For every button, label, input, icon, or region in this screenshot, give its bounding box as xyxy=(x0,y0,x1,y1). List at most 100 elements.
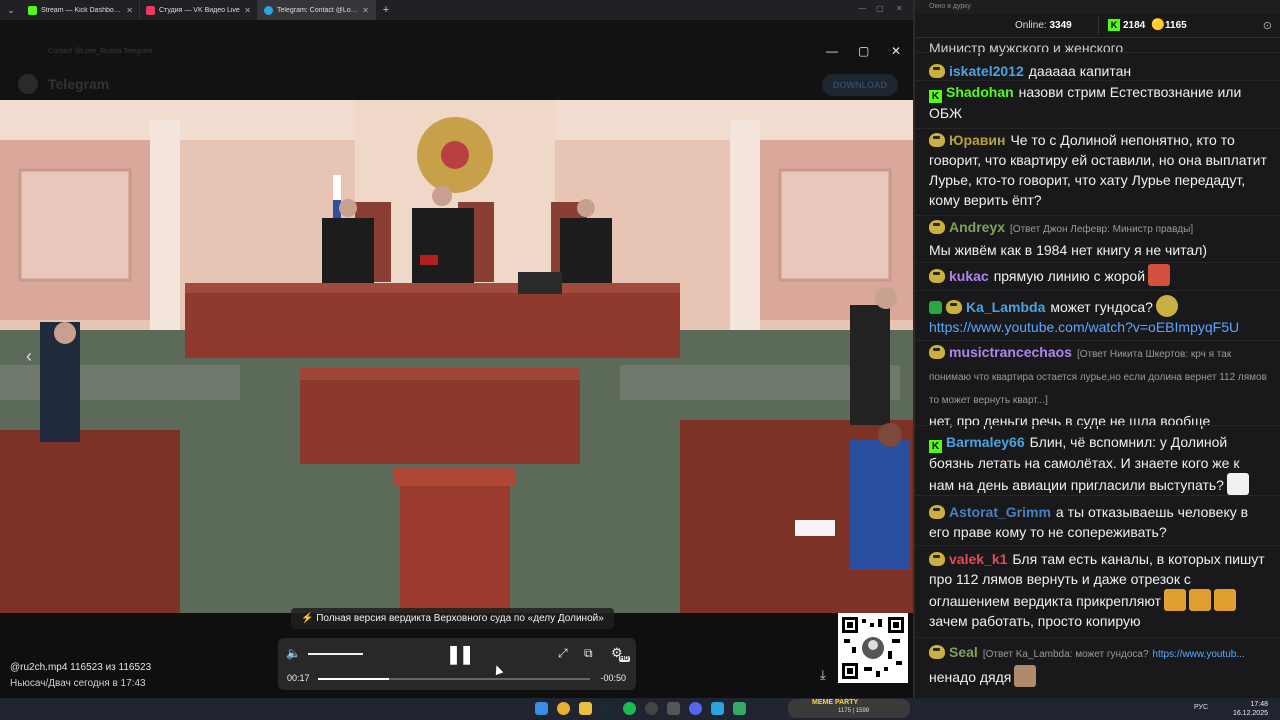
emote-laugh-icon xyxy=(1188,589,1211,611)
chat-message: iskatel2012 дааааа капитан xyxy=(915,52,1280,80)
chat-message: valek_k1 Бля там есть каналы, в которых п… xyxy=(915,545,1280,637)
close-tab-icon[interactable]: ✕ xyxy=(244,6,251,15)
kick-favicon-icon xyxy=(28,5,37,15)
video-caption: ⚡ Полная версия вердикта Верховного суда… xyxy=(291,608,614,629)
message-text: может гундоса? xyxy=(1050,299,1153,315)
discord-icon[interactable] xyxy=(689,702,702,715)
vk-badge-icon xyxy=(929,345,945,359)
telegram-header: Contact @Love_Russia Telegram Telegram D… xyxy=(0,20,913,100)
video-controls: 🔈 ❚❚ ⤢ ⧉ ⚙ HD 00:17 -00:50 xyxy=(278,638,636,690)
vk-badge-icon xyxy=(929,220,945,234)
steam-icon[interactable] xyxy=(601,702,614,715)
vk-badge-icon xyxy=(929,64,945,78)
maximize-icon[interactable]: ▢ xyxy=(876,4,884,13)
telegram-icon[interactable] xyxy=(711,702,724,715)
qr-code xyxy=(838,613,908,683)
viewer-close-icon[interactable]: ✕ xyxy=(891,44,901,58)
message-text: дааааа капитан xyxy=(1028,63,1132,79)
tab-telegram[interactable]: Telegram: Contact @Love_Russ... ✕ xyxy=(258,0,376,20)
volume-slider[interactable] xyxy=(308,653,363,655)
vk-badge-icon xyxy=(929,645,945,659)
username[interactable]: Seal xyxy=(949,644,978,660)
minimize-icon[interactable]: — xyxy=(858,4,866,13)
chat-message: kukac прямую линию с жорой xyxy=(915,262,1280,290)
close-tab-icon[interactable]: ✕ xyxy=(126,6,133,15)
tab-kick-dashboard[interactable]: Stream — Kick Dashboard ✕ xyxy=(22,0,140,20)
current-time: 00:17 xyxy=(287,673,310,683)
previous-media-icon[interactable]: ‹ xyxy=(26,346,32,367)
explorer-icon[interactable] xyxy=(579,702,592,715)
telegram-name: Telegram xyxy=(48,76,110,92)
username[interactable]: Andreyx xyxy=(949,219,1005,235)
media-file-name: @ru2ch.mp4 116523 из 116523 xyxy=(10,662,152,673)
download-icon[interactable]: ⤓ xyxy=(820,667,826,683)
chat-message: K Shadohan назови стрим Естествознание или… xyxy=(915,80,1280,128)
message-link[interactable]: https://www.youtube.com/watch?v=oEBImpyq… xyxy=(929,319,1239,335)
seek-bar[interactable] xyxy=(318,678,590,680)
close-icon[interactable]: ✕ xyxy=(896,4,903,13)
chat-message-list[interactable]: Министр мужского и женского iskatel2012 д… xyxy=(915,26,1280,698)
taskbar: MEME PARTY 1175 | 1599 РУС 17:48 16.12.2… xyxy=(0,698,1280,720)
username[interactable]: iskatel2012 xyxy=(949,63,1024,79)
username[interactable]: kukac xyxy=(949,268,989,284)
qr-pattern xyxy=(842,617,904,679)
seek-progress xyxy=(318,678,389,680)
emote-laugh-icon xyxy=(1163,589,1186,611)
message-link[interactable]: https://www.youtub... xyxy=(1152,649,1244,660)
remaining-time: -00:50 xyxy=(600,673,626,683)
system-clock[interactable]: 17:48 16.12.2025 xyxy=(1233,700,1268,718)
emote-frog-icon xyxy=(1155,295,1178,317)
message-text: прямую линию с жорой xyxy=(993,268,1146,284)
tab-title: Студия — VK Видео Live xyxy=(159,6,240,14)
obs-icon[interactable] xyxy=(645,702,658,715)
chat-message: Ka_Lambda может гундоса? https://www.yout… xyxy=(915,290,1280,340)
username[interactable]: Shadohan xyxy=(946,84,1014,100)
message-text: ненадо дядя xyxy=(929,669,1012,685)
app-icon[interactable] xyxy=(667,702,680,715)
close-tab-icon[interactable]: ✕ xyxy=(362,6,369,15)
username[interactable]: Barmaley66 xyxy=(946,434,1025,450)
clock-date: 16.12.2025 xyxy=(1232,710,1268,717)
username[interactable]: valek_k1 xyxy=(949,551,1007,567)
vk-badge-icon xyxy=(929,505,945,519)
username[interactable]: Ka_Lambda xyxy=(966,299,1045,315)
new-tab-icon[interactable]: + xyxy=(376,4,396,16)
chat-message: Astorat_Grimm а ты отказываешь человеку в… xyxy=(915,495,1280,545)
video-frame[interactable] xyxy=(0,100,913,613)
download-button[interactable]: DOWNLOAD xyxy=(822,74,898,96)
username[interactable]: musictrancechaos xyxy=(949,344,1072,360)
volume-icon[interactable]: 🔈 xyxy=(286,646,301,660)
tab-strip: ⌄ Stream — Kick Dashboard ✕ Студия — VK … xyxy=(0,0,913,20)
picture-in-picture-icon[interactable]: ⧉ xyxy=(584,646,593,661)
message-text-2: зачем работать, просто копирую xyxy=(929,613,1141,629)
emote-laugh-icon xyxy=(1213,589,1236,611)
chrome-icon[interactable] xyxy=(557,702,570,715)
app2-icon[interactable] xyxy=(733,702,746,715)
reply-context: [Ответ Ka_Lambda: может гундоса? xyxy=(982,649,1149,660)
emote-cat-icon xyxy=(1014,665,1037,687)
emote-smile-icon xyxy=(1226,473,1249,495)
fullscreen-icon[interactable]: ⤢ xyxy=(558,646,568,661)
moderator-badge-icon xyxy=(929,301,942,314)
message-text: Мы живём как в 1984 нет книгу я не читал… xyxy=(929,242,1208,258)
telegram-favicon-icon xyxy=(264,5,273,15)
courtroom-scene xyxy=(0,100,913,613)
reply-context: [Ответ Джон Лефевр: Министр правды] xyxy=(1010,224,1194,235)
chat-message: Andreyx [Ответ Джон Лефевр: Министр правд… xyxy=(915,215,1280,262)
widget-counts: 1175 | 1599 xyxy=(838,708,870,714)
username[interactable]: Astorat_Grimm xyxy=(949,504,1051,520)
vk-favicon-icon xyxy=(146,5,155,15)
viewer-maximize-icon[interactable]: ▢ xyxy=(858,44,869,58)
viewer-minimize-icon[interactable]: — xyxy=(826,44,838,58)
chat-window-title: Окно в дурку xyxy=(915,0,1280,14)
pause-button[interactable]: ❚❚ xyxy=(446,644,474,665)
language-indicator[interactable]: РУС xyxy=(1194,704,1208,711)
tab-search-icon[interactable]: ⌄ xyxy=(0,0,22,20)
kick-badge-icon: K xyxy=(929,440,942,453)
chat-window: Окно в дурку Online: 3349 K 2184 🟡 1165 … xyxy=(913,0,1280,698)
tab-vk-studio[interactable]: Студия — VK Видео Live ✕ xyxy=(140,0,258,20)
start-icon[interactable] xyxy=(535,702,548,715)
meme-party-widget[interactable]: MEME PARTY 1175 | 1599 xyxy=(788,699,910,718)
username[interactable]: Юравин xyxy=(949,132,1005,148)
spotify-icon[interactable] xyxy=(623,702,636,715)
